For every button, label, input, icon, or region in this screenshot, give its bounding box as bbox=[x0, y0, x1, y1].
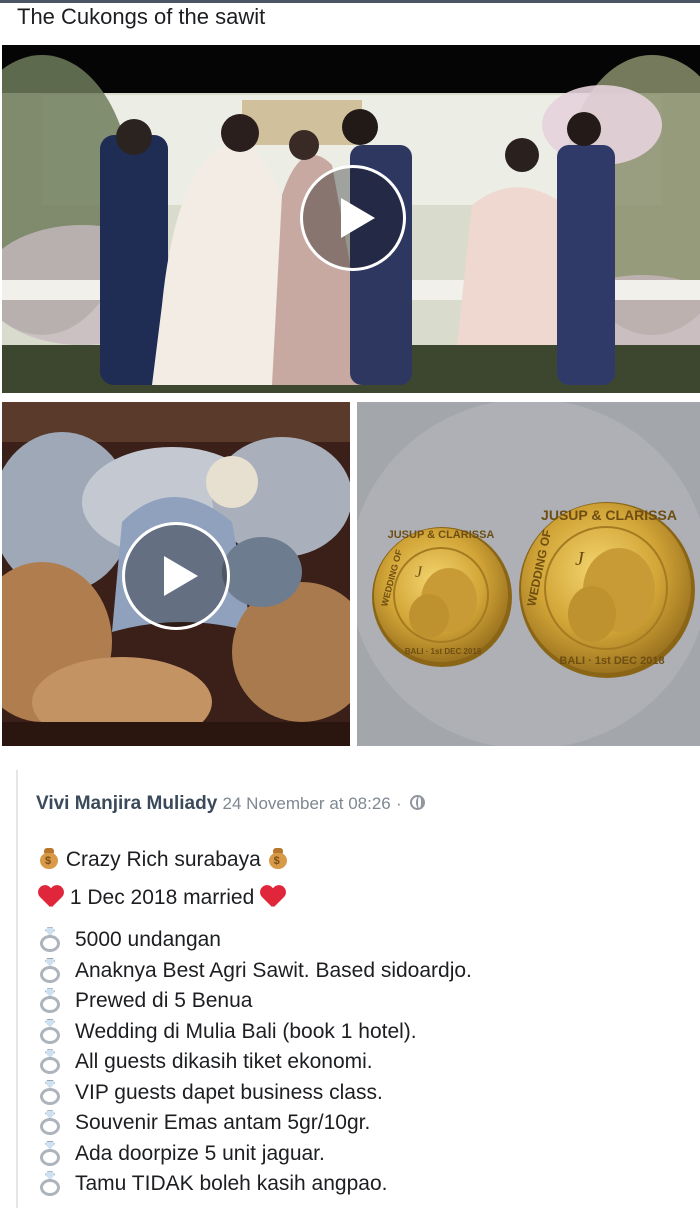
list-item: Prewed di 5 Benua bbox=[38, 986, 472, 1017]
list-item-text: Ada doorpize 5 unit jaguar. bbox=[75, 1141, 325, 1165]
ring-icon bbox=[38, 988, 62, 1014]
heart-icon bbox=[260, 886, 286, 908]
gold-coins-photo: JUSUP & CLARISSA WEDDING OF BALI · 1st D… bbox=[357, 402, 700, 746]
play-icon bbox=[164, 556, 198, 596]
list-item-text: Anaknya Best Agri Sawit. Based sidoardjo… bbox=[75, 958, 472, 982]
list-item-text: VIP guests dapet business class. bbox=[75, 1080, 383, 1104]
coin-large-bottom-text: BALI · 1st DEC 2018 bbox=[559, 655, 664, 667]
list-item-text: All guests dikasih tiket ekonomi. bbox=[75, 1050, 373, 1074]
post-line-2-text: 1 Dec 2018 married bbox=[69, 886, 255, 909]
list-item-text: Souvenir Emas antam 5gr/10gr. bbox=[75, 1111, 371, 1135]
coin-small-monogram: J bbox=[415, 564, 423, 581]
play-icon bbox=[341, 198, 375, 238]
post-list: 5000 undangan Anaknya Best Agri Sawit. B… bbox=[38, 925, 472, 1200]
post-line-1: $ Crazy Rich surabaya $ bbox=[38, 847, 289, 872]
meta-separator: · bbox=[396, 794, 402, 813]
list-item: Souvenir Emas antam 5gr/10gr. bbox=[38, 1108, 472, 1139]
ring-icon bbox=[38, 1110, 62, 1136]
money-bag-icon: $ bbox=[38, 847, 60, 869]
ring-icon bbox=[38, 1049, 62, 1075]
heart-icon bbox=[38, 886, 64, 908]
gold-coins-image: JUSUP & CLARISSA WEDDING OF BALI · 1st D… bbox=[357, 402, 700, 746]
list-item-text: Tamu TIDAK boleh kasih angpao. bbox=[75, 1172, 388, 1196]
shared-post: Vivi Manjira Muliady 24 November at 08:2… bbox=[16, 770, 700, 1208]
list-item: Anaknya Best Agri Sawit. Based sidoardjo… bbox=[38, 956, 472, 987]
money-bag-icon: $ bbox=[267, 847, 289, 869]
list-item: Ada doorpize 5 unit jaguar. bbox=[38, 1139, 472, 1170]
list-item: VIP guests dapet business class. bbox=[38, 1078, 472, 1109]
post-header: Vivi Manjira Muliady 24 November at 08:2… bbox=[36, 793, 425, 815]
list-item: All guests dikasih tiket ekonomi. bbox=[38, 1047, 472, 1078]
ring-icon bbox=[38, 1079, 62, 1106]
ring-icon bbox=[38, 1171, 62, 1197]
coin-small-top-text: JUSUP & CLARISSA bbox=[388, 529, 495, 541]
list-item: Tamu TIDAK boleh kasih angpao. bbox=[38, 1169, 472, 1200]
coin-large-top-text: JUSUP & CLARISSA bbox=[541, 507, 677, 523]
ring-icon bbox=[38, 927, 62, 953]
play-button[interactable] bbox=[300, 165, 406, 271]
post-title: The Cukongs of the sawit bbox=[17, 4, 266, 29]
list-item: Wedding di Mulia Bali (book 1 hotel). bbox=[38, 1017, 472, 1048]
coin-large-monogram: J bbox=[575, 548, 585, 570]
ring-icon bbox=[38, 1140, 62, 1167]
top-divider bbox=[0, 0, 700, 3]
media-grid: JUSUP & CLARISSA WEDDING OF BALI · 1st D… bbox=[0, 45, 700, 750]
play-button[interactable] bbox=[122, 522, 230, 630]
list-item-text: 5000 undangan bbox=[75, 928, 221, 952]
list-item-text: Prewed di 5 Benua bbox=[75, 989, 253, 1013]
list-item: 5000 undangan bbox=[38, 925, 472, 956]
ring-icon bbox=[38, 957, 62, 984]
wedding-video[interactable] bbox=[2, 45, 700, 393]
post-line-1-text: Crazy Rich surabaya bbox=[65, 848, 261, 871]
author-name[interactable]: Vivi Manjira Muliady bbox=[36, 793, 217, 814]
list-item-text: Wedding di Mulia Bali (book 1 hotel). bbox=[75, 1019, 417, 1043]
post-line-2: 1 Dec 2018 married bbox=[38, 886, 286, 910]
coin-small-bottom-text: BALI · 1st DEC 2018 bbox=[405, 647, 482, 656]
ring-icon bbox=[38, 1018, 62, 1045]
decoration-video[interactable] bbox=[2, 402, 350, 746]
post-timestamp[interactable]: 24 November at 08:26 bbox=[223, 794, 391, 813]
globe-icon[interactable] bbox=[410, 795, 425, 810]
